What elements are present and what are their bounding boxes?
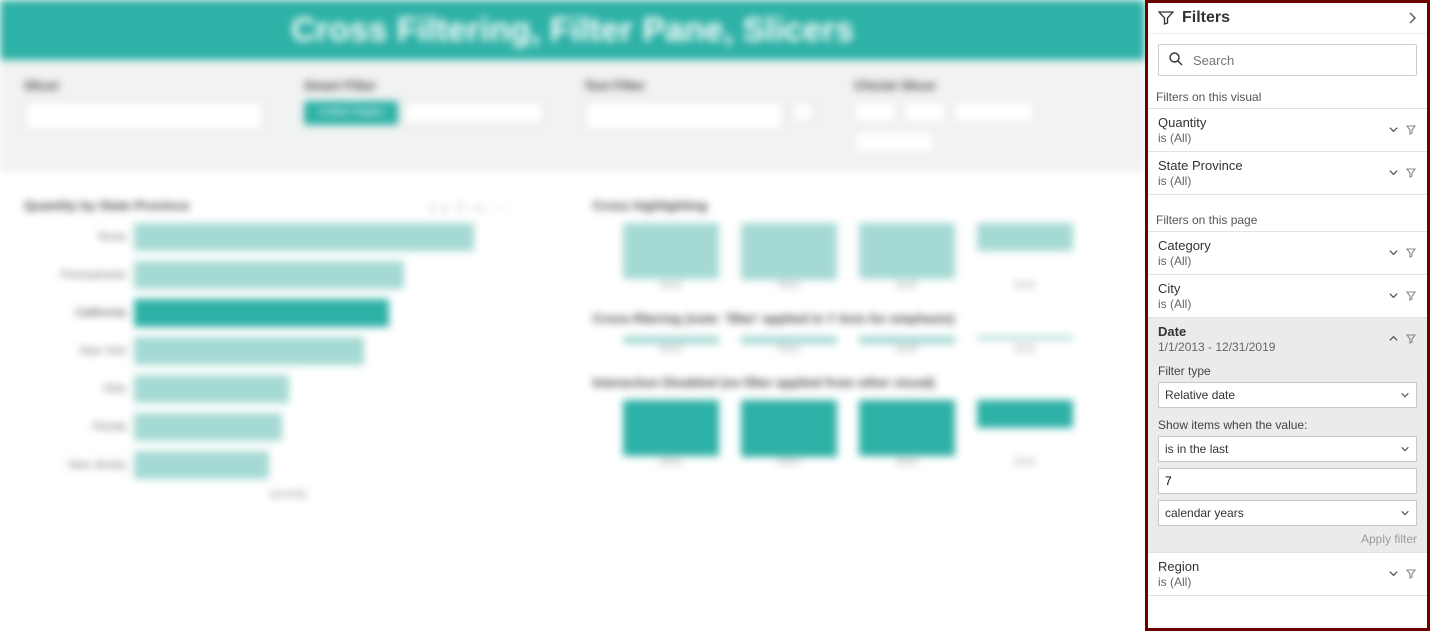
slicer-chiclet: Chiclet Slicer <box>854 78 1054 172</box>
x-axis-label: Quantity <box>24 489 553 500</box>
condition-label: Show items when the value: <box>1158 418 1417 432</box>
text-filter-input[interactable] <box>584 101 784 131</box>
filter-type-select[interactable]: Relative date <box>1158 382 1417 408</box>
chiclet[interactable] <box>854 131 934 153</box>
slicer-text: Text Filter <box>584 78 814 172</box>
title-bar: Cross Filtering, Filter Pane, Slicers <box>0 0 1145 60</box>
chevron-down-icon[interactable] <box>1388 124 1399 136</box>
filter-state: 1/1/2013 - 12/31/2019 <box>1158 340 1388 354</box>
section-label-page: Filters on this page <box>1148 209 1427 231</box>
bar-chart[interactable] <box>593 400 1122 457</box>
visual-toolbar: ⭱ ⭳ ▽ ▭ ⋯ <box>430 200 506 222</box>
visual-title: Cross highlighting <box>593 198 1122 213</box>
filter-card-state-province[interactable]: State Province is (All) <box>1148 152 1427 195</box>
clear-filter-icon[interactable] <box>1405 124 1417 136</box>
filter-card-region[interactable]: Region is (All) <box>1148 553 1427 596</box>
relative-number-input[interactable] <box>1158 468 1417 494</box>
filter-name: State Province <box>1158 158 1388 173</box>
relative-op-value: is in the last <box>1165 442 1228 456</box>
clear-filter-icon[interactable] <box>1405 333 1417 345</box>
bar-chart[interactable] <box>593 223 1122 280</box>
filters-search <box>1158 44 1417 76</box>
clear-filter-icon[interactable] <box>1405 290 1417 302</box>
filter-card-date[interactable]: Date 1/1/2013 - 12/31/2019 Filter type R… <box>1148 318 1427 553</box>
smart-filter-input[interactable] <box>404 101 544 125</box>
relative-unit-value: calendar years <box>1165 506 1244 520</box>
slicer-label: Text Filter <box>584 78 814 93</box>
chiclet[interactable] <box>954 101 1034 123</box>
filter-name: Category <box>1158 238 1388 253</box>
filter-name: Date <box>1158 324 1388 339</box>
filter-state: is (All) <box>1158 254 1388 268</box>
chevron-down-icon[interactable] <box>1388 167 1399 179</box>
page-title: Cross Filtering, Filter Pane, Slicers <box>291 11 854 50</box>
chevron-down-icon[interactable] <box>1388 290 1399 302</box>
chevron-down-icon[interactable] <box>1388 568 1399 580</box>
collapse-pane-icon[interactable] <box>1407 12 1417 24</box>
filters-pane: Filters Filters on this visual Quantity … <box>1145 0 1430 631</box>
section-label-visual: Filters on this visual <box>1148 86 1427 108</box>
bar-chart[interactable] <box>593 336 1122 344</box>
filter-state: is (All) <box>1158 575 1388 589</box>
slicer-smart: Smart Filter United States <box>304 78 544 172</box>
smart-filter-chip[interactable]: United States <box>304 101 398 125</box>
apply-filter-link[interactable]: Apply filter <box>1158 532 1417 546</box>
filter-card-city[interactable]: City is (All) <box>1148 275 1427 318</box>
drill-down-icon[interactable]: ⭳ <box>443 200 448 222</box>
filter-name: Quantity <box>1158 115 1388 130</box>
visual-title: Interaction Disabled (no filter applied … <box>593 375 1122 390</box>
slicer-label: Chiclet Slicer <box>854 78 1054 93</box>
filter-state: is (All) <box>1158 131 1388 145</box>
bar-chart-horizontal[interactable]: Texas Pennsylvania California New York O… <box>24 223 553 479</box>
filter-type-value: Relative date <box>1165 388 1235 402</box>
filter-state: is (All) <box>1158 174 1388 188</box>
focus-icon[interactable]: ▭ <box>473 200 485 222</box>
more-icon[interactable]: ⋯ <box>493 200 506 222</box>
filters-search-input[interactable] <box>1158 44 1417 76</box>
eraser-icon[interactable] <box>792 101 814 123</box>
clear-filter-icon[interactable] <box>1405 247 1417 259</box>
clear-filter-icon[interactable] <box>1405 167 1417 179</box>
search-icon <box>1168 51 1184 67</box>
filter-icon <box>1158 10 1174 26</box>
drill-up-icon[interactable]: ⭱ <box>430 200 435 222</box>
filters-pane-header: Filters <box>1148 3 1427 34</box>
filter-icon[interactable]: ▽ <box>455 200 465 222</box>
report-canvas: Cross Filtering, Filter Pane, Slicers Sl… <box>0 0 1145 631</box>
visual-title: Cross-filtering (note: 'filter' applied … <box>593 311 1122 326</box>
slicer-dropdown[interactable] <box>24 101 264 131</box>
relative-unit-select[interactable]: calendar years <box>1158 500 1417 526</box>
chiclet[interactable] <box>904 101 946 123</box>
filter-card-quantity[interactable]: Quantity is (All) <box>1148 108 1427 152</box>
clear-filter-icon[interactable] <box>1405 568 1417 580</box>
relative-op-select[interactable]: is in the last <box>1158 436 1417 462</box>
filter-name: City <box>1158 281 1388 296</box>
filter-type-label: Filter type <box>1158 364 1417 378</box>
slicer-plain: Slicer <box>24 78 264 172</box>
filter-state: is (All) <box>1158 297 1388 311</box>
chiclet[interactable] <box>854 101 896 123</box>
filter-card-category[interactable]: Category is (All) <box>1148 231 1427 275</box>
chevron-down-icon[interactable] <box>1388 247 1399 259</box>
chevron-up-icon[interactable] <box>1388 333 1399 345</box>
slicer-label: Smart Filter <box>304 78 544 93</box>
filters-pane-title: Filters <box>1182 9 1407 27</box>
filter-name: Region <box>1158 559 1388 574</box>
slicer-label: Slicer <box>24 78 264 93</box>
